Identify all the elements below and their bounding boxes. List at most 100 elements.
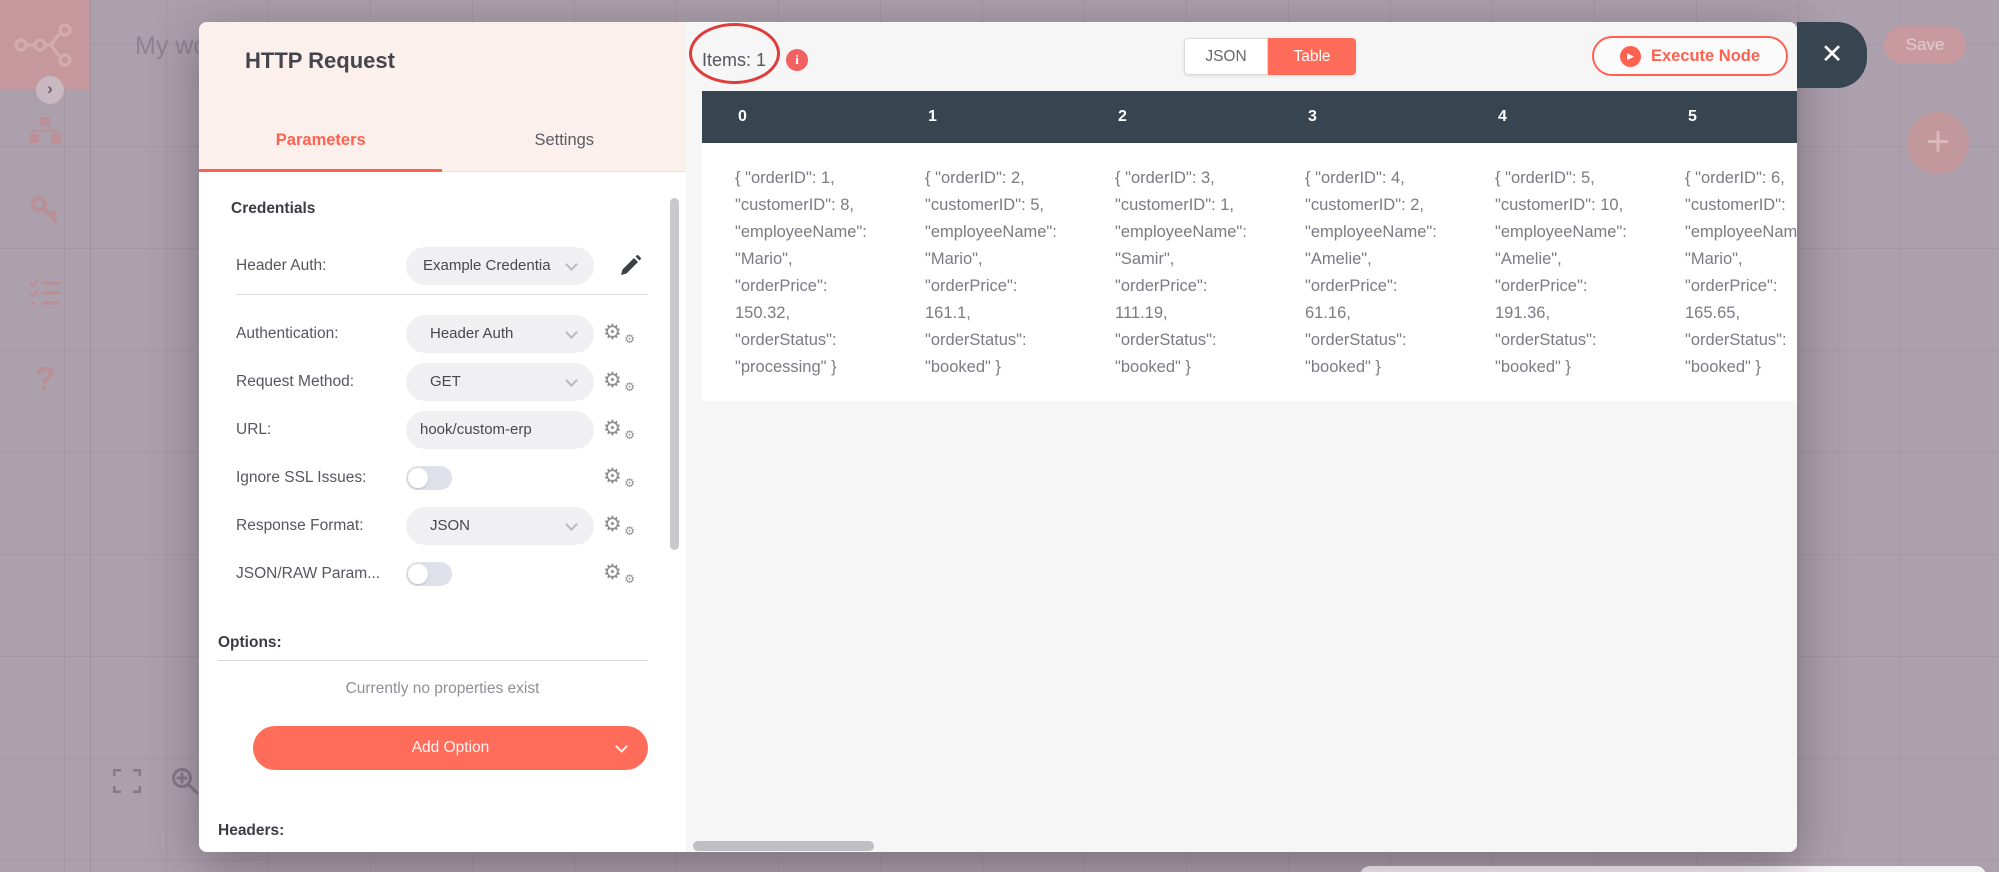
output-horizontal-scrollbar[interactable] (693, 841, 874, 851)
table-cell: { "orderID": 2, "customerID": 5, "employ… (925, 169, 1057, 376)
column-header: 5 (1688, 108, 1697, 125)
credential-select[interactable]: Example Credentia (406, 247, 594, 285)
options-heading: Options: (218, 634, 282, 651)
plus-icon: + (1925, 117, 1951, 164)
column-header: 3 (1308, 108, 1317, 125)
ignore-ssl-row: Ignore SSL Issues: ⚙ ⚙ (199, 454, 686, 502)
close-icon: ✕ (1820, 39, 1844, 69)
workflow-title: My wo (135, 32, 208, 60)
headers-heading: Headers: (218, 822, 285, 839)
red-ellipse-annotation (689, 23, 780, 84)
expand-icon (112, 768, 142, 797)
authentication-row: Authentication: Header Auth ⚙ ⚙ (199, 310, 686, 358)
fit-view-button[interactable] (112, 768, 142, 798)
ignore-ssl-label: Ignore SSL Issues: (236, 469, 367, 486)
node-title: HTTP Request (245, 48, 395, 73)
tab-bar: Parameters Settings (199, 118, 686, 168)
output-table-row: { "orderID": 1, "customerID": 8, "employ… (702, 143, 1797, 401)
output-panel: Items: 1 i JSON Table ▶ Execute Node 0 1… (686, 22, 1797, 852)
chevron-down-icon (565, 518, 578, 531)
response-format-value: JSON (430, 517, 471, 534)
response-format-label: Response Format: (236, 517, 364, 534)
output-view-toggle: JSON Table (1184, 38, 1356, 75)
credential-row: Header Auth: Example Credentia (199, 242, 686, 290)
execute-node-label: Execute Node (1650, 46, 1761, 65)
active-tab-underline (199, 169, 442, 172)
column-header: 1 (928, 108, 937, 125)
sidebar-item-workflows[interactable] (0, 117, 90, 150)
table-cell: { "orderID": 4, "customerID": 2, "employ… (1305, 169, 1437, 376)
parameters-scrollbar[interactable] (670, 198, 679, 550)
request-method-select[interactable]: GET (406, 363, 594, 401)
chevron-right-icon: › (47, 79, 53, 98)
column-header: 4 (1498, 108, 1507, 125)
sidebar-item-help[interactable]: ? (0, 360, 90, 398)
url-input[interactable]: hook/custom-erp (406, 411, 594, 449)
json-view-button[interactable]: JSON (1184, 38, 1268, 75)
credentials-divider (236, 294, 648, 295)
tab-parameters[interactable]: Parameters (199, 118, 443, 168)
options-divider (218, 660, 648, 661)
info-icon[interactable]: i (786, 49, 808, 71)
request-method-row: Request Method: GET ⚙ ⚙ (199, 358, 686, 406)
sidebar-item-executions[interactable] (0, 279, 90, 312)
authentication-label: Authentication: (236, 325, 339, 342)
chevron-down-icon (565, 374, 578, 387)
gear-settings-icon[interactable]: ⚙ ⚙ (603, 556, 635, 586)
play-icon: ▶ (1619, 45, 1641, 67)
parameters-panel: HTTP Request Parameters Settings Credent… (199, 22, 686, 852)
sidebar: › ? (0, 0, 91, 872)
json-raw-row: JSON/RAW Param... ⚙ ⚙ (199, 550, 686, 598)
canvas-bottom-toolbar (1360, 866, 1986, 872)
request-method-label: Request Method: (236, 373, 355, 390)
gear-settings-icon[interactable]: ⚙ ⚙ (603, 508, 635, 538)
authentication-value: Header Auth (430, 325, 514, 342)
request-method-value: GET (430, 373, 461, 390)
sidebar-item-credentials[interactable] (0, 195, 90, 230)
credential-value: Example Credentia (423, 257, 551, 274)
save-button[interactable]: Save (1884, 26, 1966, 64)
key-icon (30, 195, 60, 230)
authentication-select[interactable]: Header Auth (406, 315, 594, 353)
column-header: 0 (738, 108, 747, 125)
table-cell: { "orderID": 3, "customerID": 1, "employ… (1115, 169, 1247, 376)
app-root: › ? My wo Save + ✕ HTTP Request Paramete… (0, 0, 1999, 872)
edit-credential-button[interactable] (619, 255, 641, 277)
add-node-button[interactable]: + (1907, 112, 1969, 174)
gear-settings-icon[interactable]: ⚙ ⚙ (603, 316, 635, 346)
gear-settings-icon[interactable]: ⚙ ⚙ (603, 460, 635, 490)
chevron-down-icon (565, 258, 578, 271)
tab-settings[interactable]: Settings (443, 118, 687, 168)
gear-settings-icon[interactable]: ⚙ ⚙ (603, 412, 635, 442)
close-modal-button[interactable]: ✕ (1797, 22, 1867, 88)
node-settings-modal: ✕ HTTP Request Parameters Settings Crede… (199, 22, 1867, 852)
table-cell: { "orderID": 6, "customerID": "employeeN… (1685, 169, 1797, 376)
checklist-icon (29, 279, 61, 312)
url-label: URL: (236, 421, 272, 438)
add-option-label: Add Option (411, 739, 490, 756)
output-table: 0 1 2 3 4 5 { "orderID": 1, "customerID"… (702, 91, 1797, 422)
column-header: 2 (1118, 108, 1127, 125)
credentials-heading: Credentials (231, 200, 316, 217)
url-value: hook/custom-erp (420, 421, 532, 438)
modal-header: HTTP Request Parameters Settings (199, 22, 686, 172)
output-table-header: 0 1 2 3 4 5 (702, 91, 1797, 143)
options-empty-text: Currently no properties exist (345, 680, 540, 697)
sitemap-icon (29, 117, 61, 150)
sidebar-collapse-button[interactable]: › (36, 76, 64, 104)
gear-settings-icon[interactable]: ⚙ ⚙ (603, 364, 635, 394)
response-format-select[interactable]: JSON (406, 507, 594, 545)
chevron-down-icon (565, 326, 578, 339)
table-cell: { "orderID": 5, "customerID": 10, "emplo… (1495, 169, 1627, 376)
question-mark-icon: ? (34, 360, 56, 397)
json-raw-toggle[interactable] (406, 562, 452, 586)
table-view-button[interactable]: Table (1268, 38, 1356, 75)
pencil-icon (621, 255, 641, 275)
ignore-ssl-toggle[interactable] (406, 466, 452, 490)
add-option-button[interactable]: Add Option (253, 726, 648, 770)
magnifier-plus-icon (171, 768, 199, 799)
zoom-in-button[interactable] (171, 767, 199, 800)
json-raw-label: JSON/RAW Param... (236, 565, 381, 582)
response-format-row: Response Format: JSON ⚙ ⚙ (199, 502, 686, 550)
execute-node-button[interactable]: ▶ Execute Node (1592, 36, 1788, 76)
